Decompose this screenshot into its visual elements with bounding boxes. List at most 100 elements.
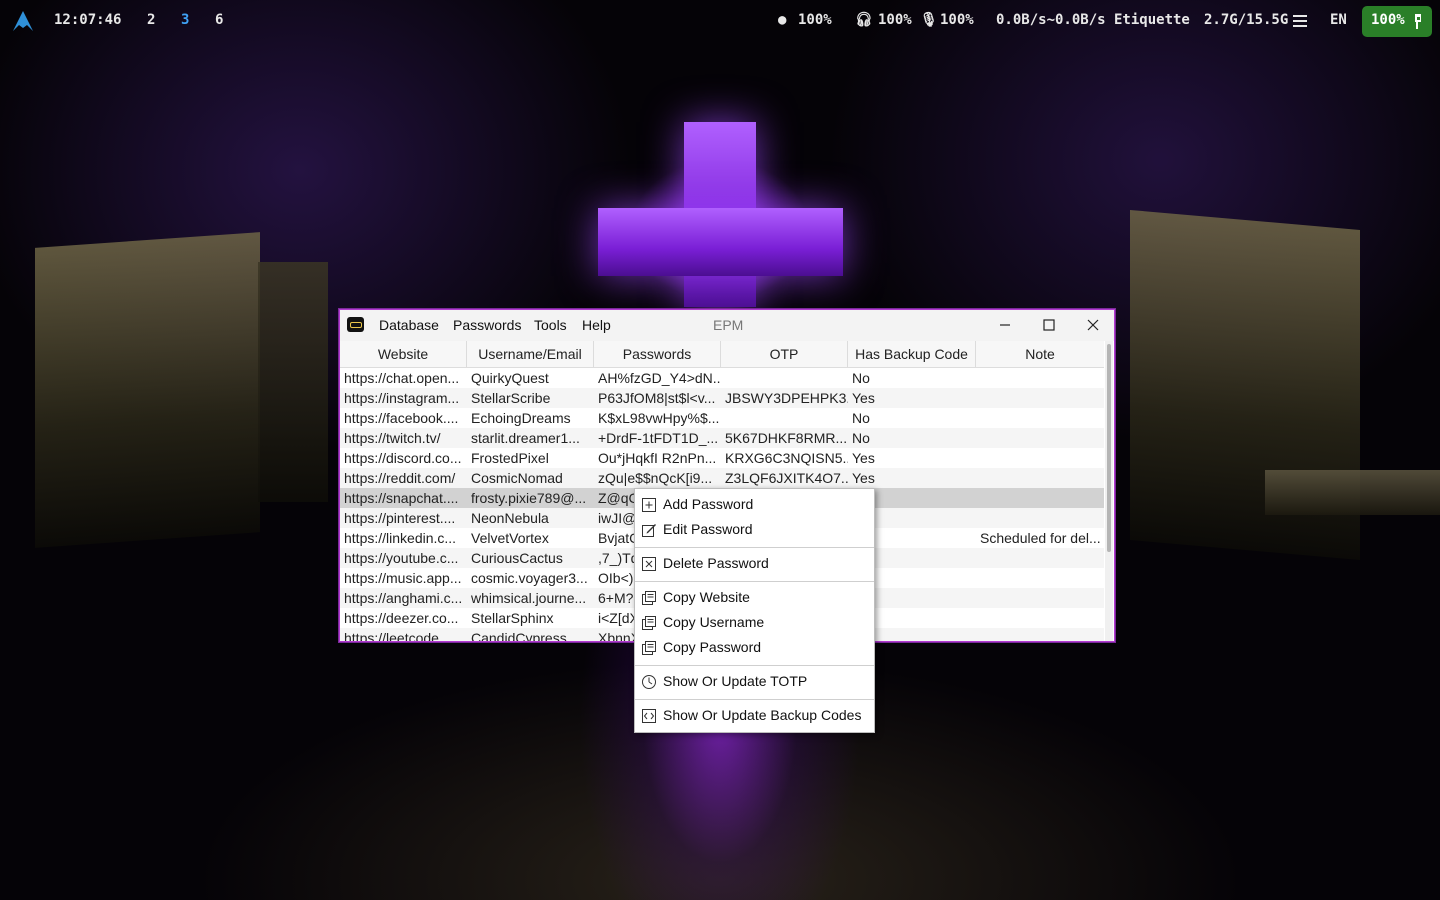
cell-password: Ou*jHqkfI R2nPn...: [598, 450, 717, 466]
menu-item-edit-password[interactable]: Edit Password: [635, 518, 874, 542]
table-row[interactable]: https://instagram... StellarScribe P63JfOM…: [340, 388, 1104, 408]
headphones-icon: 🎧︎: [855, 12, 873, 28]
wallpaper-stone-left: [35, 232, 260, 548]
cell-username: CosmicNomad: [471, 470, 563, 486]
column-header-otp[interactable]: OTP: [721, 341, 848, 367]
menu-tools[interactable]: Tools: [534, 317, 567, 333]
code-icon: [642, 709, 656, 723]
cell-note: [976, 608, 1104, 628]
cell-website: https://facebook....: [344, 410, 459, 426]
cell-note: [976, 628, 1104, 641]
brightness-value: 100%: [798, 12, 832, 28]
cell-backup: No: [852, 370, 870, 386]
key-icon: [347, 317, 364, 332]
cell-username: NeonNebula: [471, 510, 549, 526]
cell-username: cosmic.voyager3...: [471, 570, 588, 586]
menu-help[interactable]: Help: [582, 317, 611, 333]
menu-item-copy-username[interactable]: Copy Username: [635, 611, 874, 635]
table-row[interactable]: https://chat.open... QuirkyQuest AH%fzGD_Y…: [340, 368, 1104, 388]
menu-passwords[interactable]: Passwords: [453, 317, 521, 333]
workspace-6[interactable]: 6: [215, 12, 223, 28]
network-status: 0.0B/s~0.0B/s Etiquette: [996, 12, 1190, 28]
delete-icon: [642, 557, 656, 571]
menu-item-copy-website[interactable]: Copy Website: [635, 586, 874, 610]
wallpaper-cross-horizontal: [598, 208, 843, 276]
menu-item-label: Show Or Update TOTP: [663, 673, 808, 689]
cell-note: [976, 428, 1104, 448]
scrollbar-thumb[interactable]: [1107, 344, 1111, 552]
microphone-icon: 🎙︎: [920, 12, 938, 28]
column-header-website[interactable]: Website: [340, 341, 467, 367]
cell-otp: KRXG6C3NQISN5...: [725, 450, 848, 466]
menu-item-label: Show Or Update Backup Codes: [663, 707, 862, 723]
minimize-icon[interactable]: [993, 314, 1017, 336]
plug-icon: [1415, 14, 1421, 29]
menu-item-add-password[interactable]: Add Password: [635, 493, 874, 517]
column-header-username[interactable]: Username/Email: [467, 341, 594, 367]
edit-icon: [642, 524, 656, 537]
wallpaper-stone-right-low: [1265, 470, 1440, 515]
cell-note: [976, 448, 1104, 468]
menu-item-label: Delete Password: [663, 555, 769, 571]
workspace-2[interactable]: 2: [147, 12, 155, 28]
cell-password: +DrdF-1tFDT1D_...: [598, 430, 719, 446]
cell-website: https://anghami.c...: [344, 590, 463, 606]
menu-item-show-backup-codes[interactable]: Show Or Update Backup Codes: [635, 704, 874, 728]
cell-note: [976, 368, 1104, 388]
battery-value: 100%: [1371, 12, 1405, 28]
column-header-passwords[interactable]: Passwords: [594, 341, 721, 367]
cell-otp: [721, 408, 848, 428]
cell-note: [976, 548, 1104, 568]
cell-password: zQu|e$$nQcK[i9...: [598, 470, 713, 486]
maximize-icon[interactable]: [1037, 314, 1061, 336]
headphones-volume[interactable]: 100%: [878, 12, 912, 28]
memory-usage: 2.7G/15.5G: [1204, 12, 1289, 28]
menu-item-label: Edit Password: [663, 521, 753, 537]
cell-website: https://leetcode....: [344, 630, 455, 641]
cell-username: QuirkyQuest: [471, 370, 549, 386]
close-icon[interactable]: [1081, 314, 1105, 336]
clock-icon: [642, 675, 656, 689]
cell-backup: No: [852, 410, 870, 426]
cell-username: FrostedPixel: [471, 450, 549, 466]
cell-note: [976, 568, 1104, 588]
mic-volume[interactable]: 100%: [940, 12, 974, 28]
battery-indicator: 100%: [1362, 6, 1432, 37]
arch-logo-icon[interactable]: [12, 10, 34, 32]
title-bar[interactable]: Database Passwords Tools Help EPM: [340, 310, 1114, 341]
workspace-3[interactable]: 3: [181, 12, 189, 28]
copy-icon: [642, 641, 656, 655]
cell-username: EchoingDreams: [471, 410, 571, 426]
cell-username: StellarSphinx: [471, 610, 554, 626]
menu-item-copy-password[interactable]: Copy Password: [635, 636, 874, 660]
cell-username: starlit.dreamer1...: [471, 430, 580, 446]
table-row[interactable]: https://twitch.tv/starlit.dreamer1... +Dr…: [340, 428, 1104, 448]
cell-username: VelvetVortex: [471, 530, 549, 546]
cell-website: https://chat.open...: [344, 370, 460, 386]
cell-password: K$xL98vwHpy%$...: [598, 410, 720, 426]
cell-username: CandidCypress: [471, 630, 567, 641]
menu-database[interactable]: Database: [379, 317, 439, 333]
cell-note: [976, 388, 1104, 408]
menu-separator: [635, 665, 874, 666]
menu-item-show-totp[interactable]: Show Or Update TOTP: [635, 670, 874, 694]
column-header-backup[interactable]: Has Backup Code: [848, 341, 976, 367]
wallpaper-stone-left-side: [258, 262, 328, 502]
menu-separator: [635, 547, 874, 548]
menu-item-label: Add Password: [663, 496, 754, 512]
context-menu: Add Password Edit Password Delete Passwo…: [634, 488, 875, 733]
add-icon: [642, 498, 656, 512]
menu-item-delete-password[interactable]: Delete Password: [635, 552, 874, 576]
table-row[interactable]: https://facebook.... EchoingDreams K$xL98v…: [340, 408, 1104, 428]
table-row[interactable]: https://discord.co... FrostedPixel Ou*jHqk…: [340, 448, 1104, 468]
column-header-note[interactable]: Note: [976, 341, 1104, 367]
table-row[interactable]: https://reddit.com/CosmicNomad zQu|e$$nQc…: [340, 468, 1104, 488]
cell-password: AH%fzGD_Y4>dN...: [598, 370, 721, 386]
menu-icon[interactable]: [1293, 14, 1307, 28]
vertical-scrollbar[interactable]: [1105, 341, 1113, 641]
cell-website: https://reddit.com/: [344, 470, 456, 486]
keyboard-layout[interactable]: EN: [1330, 12, 1347, 28]
cell-backup: No: [852, 430, 870, 446]
cell-website: https://pinterest....: [344, 510, 456, 526]
cell-note: [976, 488, 1104, 508]
